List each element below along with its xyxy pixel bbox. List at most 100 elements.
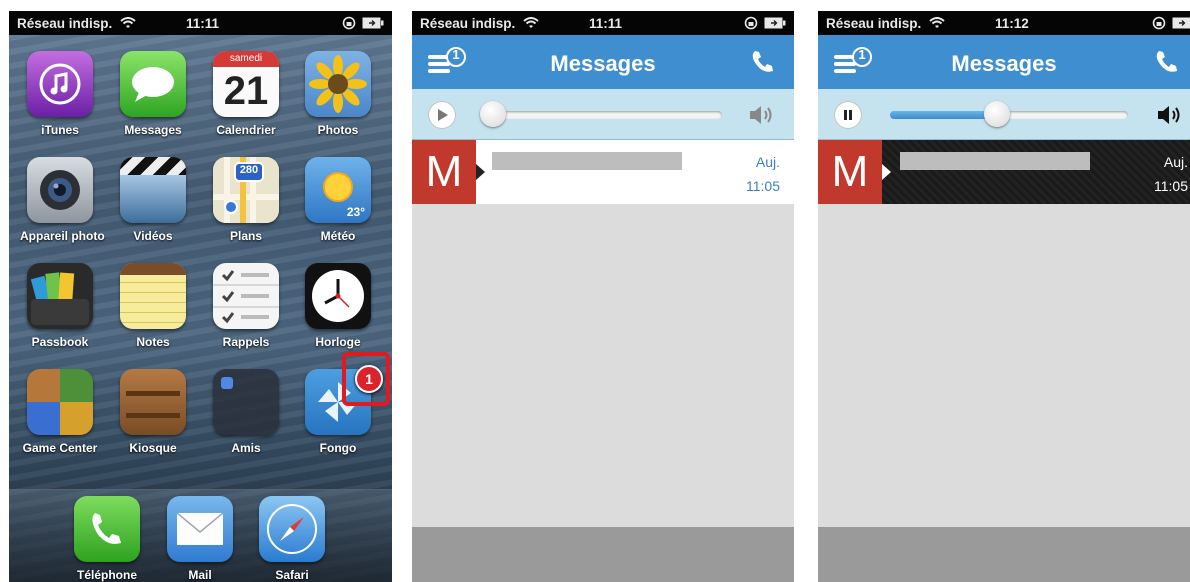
unread-arrow-icon <box>476 164 485 180</box>
play-icon <box>438 109 448 121</box>
app-label: Fongo <box>319 441 357 455</box>
weather-sun-icon: 23° <box>305 157 371 223</box>
app-horloge[interactable]: Horloge <box>298 263 378 349</box>
volume-icon[interactable] <box>746 103 776 127</box>
folder-icon <box>213 369 279 435</box>
notepad-icon <box>120 263 186 329</box>
sunflower-icon <box>305 51 371 117</box>
nav-bar: 1 Messages <box>412 35 794 89</box>
app-amis[interactable]: Amis <box>206 369 286 455</box>
app-label: Game Center <box>22 441 98 455</box>
avatar: M <box>412 140 476 204</box>
calendar-icon: samedi 21 <box>213 51 279 117</box>
app-messages[interactable]: Messages <box>113 51 193 137</box>
app-photos[interactable]: Photos <box>298 51 378 137</box>
app-camera[interactable]: Appareil photo <box>20 157 105 243</box>
pause-icon <box>844 110 852 120</box>
app-label: iTunes <box>41 123 79 137</box>
app-label: Plans <box>229 229 262 243</box>
app-mail[interactable]: Mail <box>160 496 240 582</box>
passbook-icon <box>27 263 93 329</box>
app-kiosque[interactable]: Kiosque <box>113 369 193 455</box>
volume-icon[interactable] <box>1154 103 1184 127</box>
app-notes[interactable]: Notes <box>113 263 193 349</box>
checklist-icon <box>213 263 279 329</box>
footer-bar <box>818 527 1190 582</box>
wifi-icon <box>523 17 539 28</box>
battery-icon <box>362 17 384 29</box>
app-plans[interactable]: 280 Plans <box>206 157 286 243</box>
rotation-lock-icon <box>744 16 758 30</box>
map-icon: 280 <box>213 157 279 223</box>
footer-bar <box>412 527 794 582</box>
clock-icon <box>305 263 371 329</box>
pause-button[interactable] <box>834 101 862 129</box>
app-label: Rappels <box>222 335 270 349</box>
phone-handset-icon <box>74 496 140 562</box>
game-center-icon <box>27 369 93 435</box>
app-label: Calendrier <box>216 123 276 137</box>
message-list-empty-area <box>818 204 1190 527</box>
message-time: 11:05 <box>746 178 780 194</box>
calendar-day: 21 <box>223 69 269 113</box>
app-itunes[interactable]: iTunes <box>20 51 100 137</box>
clock-label: 11:11 <box>186 15 220 31</box>
progress-knob[interactable] <box>984 101 1011 127</box>
messages-icon <box>120 51 186 117</box>
nav-bar: 1 Messages <box>818 35 1190 89</box>
app-telephone[interactable]: Téléphone <box>67 496 147 582</box>
wifi-icon <box>120 17 136 28</box>
audio-player <box>818 89 1190 140</box>
compass-icon <box>259 496 325 562</box>
message-day: Auj. <box>755 154 780 170</box>
battery-icon <box>1172 17 1190 29</box>
carrier-label: Réseau indisp. <box>826 15 922 31</box>
battery-icon <box>764 17 786 29</box>
app-calendrier[interactable]: samedi 21 Calendrier <box>206 51 286 137</box>
progress-knob[interactable] <box>480 101 506 127</box>
messages-screen-paused: Réseau indisp. 11:11 1 Messages M Auj. 1… <box>412 11 794 582</box>
play-button[interactable] <box>428 101 456 129</box>
progress-track[interactable] <box>484 111 722 119</box>
app-videos[interactable]: Vidéos <box>113 157 193 243</box>
page-title: Messages <box>550 51 656 76</box>
dock: Téléphone Mail Safari <box>9 489 392 582</box>
carrier-label: Réseau indisp. <box>17 15 113 31</box>
page-title: Messages <box>951 51 1057 76</box>
app-meteo[interactable]: 23° Météo <box>298 157 378 243</box>
avatar: M <box>818 140 882 204</box>
app-rappels[interactable]: Rappels <box>206 263 286 349</box>
calendar-weekday: samedi <box>213 51 279 67</box>
clock-label: 11:11 <box>589 15 623 31</box>
status-bar: Réseau indisp. 11:11 <box>412 11 794 35</box>
message-row[interactable]: M Auj. 11:05 <box>412 140 794 205</box>
progress-fill <box>890 111 998 119</box>
notification-badge: 1 <box>355 365 383 393</box>
app-label: Appareil photo <box>20 229 105 243</box>
app-label: Notes <box>136 335 170 349</box>
message-row-selected[interactable]: M Auj. 11:05 <box>818 140 1190 205</box>
app-label: Horloge <box>315 335 361 349</box>
home-screen: Réseau indisp. 11:11 iTunes Messages sam… <box>9 11 392 582</box>
message-day: Auj. <box>1163 154 1188 170</box>
camera-icon <box>27 157 93 223</box>
map-shield-label: 280 <box>239 164 259 176</box>
app-label: Kiosque <box>129 441 177 455</box>
app-label: Photos <box>317 123 359 137</box>
app-safari[interactable]: Safari <box>252 496 332 582</box>
app-label: Vidéos <box>133 229 173 243</box>
app-passbook[interactable]: Passbook <box>20 263 100 349</box>
status-bar: Réseau indisp. 11:11 <box>9 11 392 35</box>
sender-redacted <box>492 152 682 170</box>
mail-envelope-icon <box>167 496 233 562</box>
message-time: 11:05 <box>1154 178 1188 194</box>
phone-call-icon[interactable] <box>1154 49 1180 75</box>
audio-player <box>412 89 794 140</box>
sender-redacted <box>900 152 1090 170</box>
phone-call-icon[interactable] <box>750 49 776 75</box>
app-gamecenter[interactable]: Game Center <box>20 369 100 455</box>
app-label: Mail <box>188 568 212 582</box>
unread-arrow-icon <box>882 164 891 180</box>
app-label: Téléphone <box>76 568 137 582</box>
rotation-lock-icon <box>342 16 356 30</box>
